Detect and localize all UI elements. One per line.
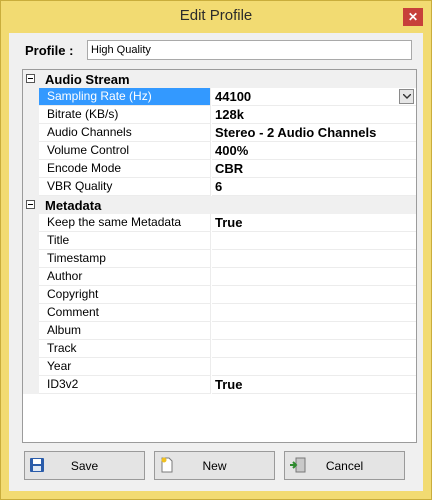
row-gutter [23, 340, 39, 358]
row-gutter [23, 250, 39, 268]
property-value[interactable] [212, 304, 416, 322]
new-button[interactable]: New [154, 451, 275, 480]
cancel-button[interactable]: Cancel [284, 451, 405, 480]
property-row-comment[interactable]: Comment [23, 304, 416, 322]
edit-profile-window: Edit Profile ✕ Profile : Audio Stream Sa… [0, 0, 432, 500]
property-value[interactable]: 400% [212, 142, 416, 160]
cancel-label: Cancel [325, 459, 364, 473]
category-label: Audio Stream [45, 72, 130, 87]
row-gutter [23, 268, 39, 286]
close-icon: ✕ [407, 10, 419, 24]
row-gutter [23, 304, 39, 322]
property-row-copyright[interactable]: Copyright [23, 286, 416, 304]
row-gutter [23, 286, 39, 304]
title-bar: Edit Profile ✕ [1, 1, 431, 33]
property-name: Copyright [39, 286, 211, 304]
property-value[interactable] [212, 286, 416, 304]
property-name: Bitrate (KB/s) [39, 106, 211, 124]
property-value[interactable] [212, 268, 416, 286]
property-row-encode-mode[interactable]: Encode Mode CBR [23, 160, 416, 178]
row-gutter [23, 124, 39, 142]
row-gutter [23, 160, 39, 178]
property-name: ID3v2 [39, 376, 211, 394]
property-name: Volume Control [39, 142, 211, 160]
category-label: Metadata [45, 198, 102, 213]
category-audio-stream[interactable]: Audio Stream [23, 70, 416, 88]
property-name: Keep the same Metadata [39, 214, 211, 232]
property-grid: Audio Stream Sampling Rate (Hz) 44100 Bi… [22, 69, 417, 443]
property-row-sampling-rate[interactable]: Sampling Rate (Hz) 44100 [23, 88, 416, 106]
collapse-icon[interactable] [26, 200, 35, 209]
property-value[interactable]: 6 [212, 178, 416, 196]
property-value[interactable] [212, 232, 416, 250]
row-gutter [23, 88, 39, 106]
property-row-keep-metadata[interactable]: Keep the same Metadata True [23, 214, 416, 232]
row-gutter [23, 214, 39, 232]
collapse-icon[interactable] [26, 74, 35, 83]
property-name: Author [39, 268, 211, 286]
row-gutter [23, 232, 39, 250]
chevron-down-icon [403, 94, 411, 99]
property-row-id3v2[interactable]: ID3v2 True [23, 376, 416, 394]
property-row-bitrate[interactable]: Bitrate (KB/s) 128k [23, 106, 416, 124]
property-row-track[interactable]: Track [23, 340, 416, 358]
property-value[interactable]: 44100 [212, 88, 416, 106]
property-value[interactable]: CBR [212, 160, 416, 178]
row-gutter [23, 178, 39, 196]
property-value[interactable]: Stereo - 2 Audio Channels [212, 124, 416, 142]
property-name: Title [39, 232, 211, 250]
row-gutter [23, 322, 39, 340]
profile-name-input[interactable] [87, 40, 412, 60]
row-gutter [23, 142, 39, 160]
property-name: VBR Quality [39, 178, 211, 196]
property-value[interactable] [212, 358, 416, 376]
property-value[interactable] [212, 250, 416, 268]
property-value[interactable]: True [212, 214, 416, 232]
profile-label: Profile : [25, 43, 74, 58]
dialog-body: Profile : Audio Stream Sampling Rate (Hz… [9, 33, 423, 491]
property-value[interactable]: True [212, 376, 416, 394]
property-value[interactable]: 128k [212, 106, 416, 124]
row-gutter [23, 376, 39, 394]
property-name: Audio Channels [39, 124, 211, 142]
row-gutter [23, 106, 39, 124]
property-row-audio-channels[interactable]: Audio Channels Stereo - 2 Audio Channels [23, 124, 416, 142]
save-label: Save [70, 459, 99, 473]
property-row-vbr-quality[interactable]: VBR Quality 6 [23, 178, 416, 196]
property-name: Year [39, 358, 211, 376]
property-value-text: 44100 [215, 89, 252, 104]
property-row-volume-control[interactable]: Volume Control 400% [23, 142, 416, 160]
property-name: Encode Mode [39, 160, 211, 178]
property-row-title[interactable]: Title [23, 232, 416, 250]
save-button[interactable]: Save [24, 451, 145, 480]
property-row-author[interactable]: Author [23, 268, 416, 286]
property-name: Album [39, 322, 211, 340]
window-title: Edit Profile [179, 7, 253, 24]
property-name: Comment [39, 304, 211, 322]
dropdown-button[interactable] [399, 89, 414, 104]
row-gutter [23, 358, 39, 376]
property-row-year[interactable]: Year [23, 358, 416, 376]
property-row-timestamp[interactable]: Timestamp [23, 250, 416, 268]
property-row-album[interactable]: Album [23, 322, 416, 340]
property-name: Sampling Rate (Hz) [39, 88, 211, 106]
property-name: Timestamp [39, 250, 211, 268]
property-name: Track [39, 340, 211, 358]
new-label: New [202, 459, 227, 473]
category-metadata[interactable]: Metadata [23, 196, 416, 214]
close-button[interactable]: ✕ [403, 8, 423, 26]
property-value[interactable] [212, 322, 416, 340]
property-value[interactable] [212, 340, 416, 358]
